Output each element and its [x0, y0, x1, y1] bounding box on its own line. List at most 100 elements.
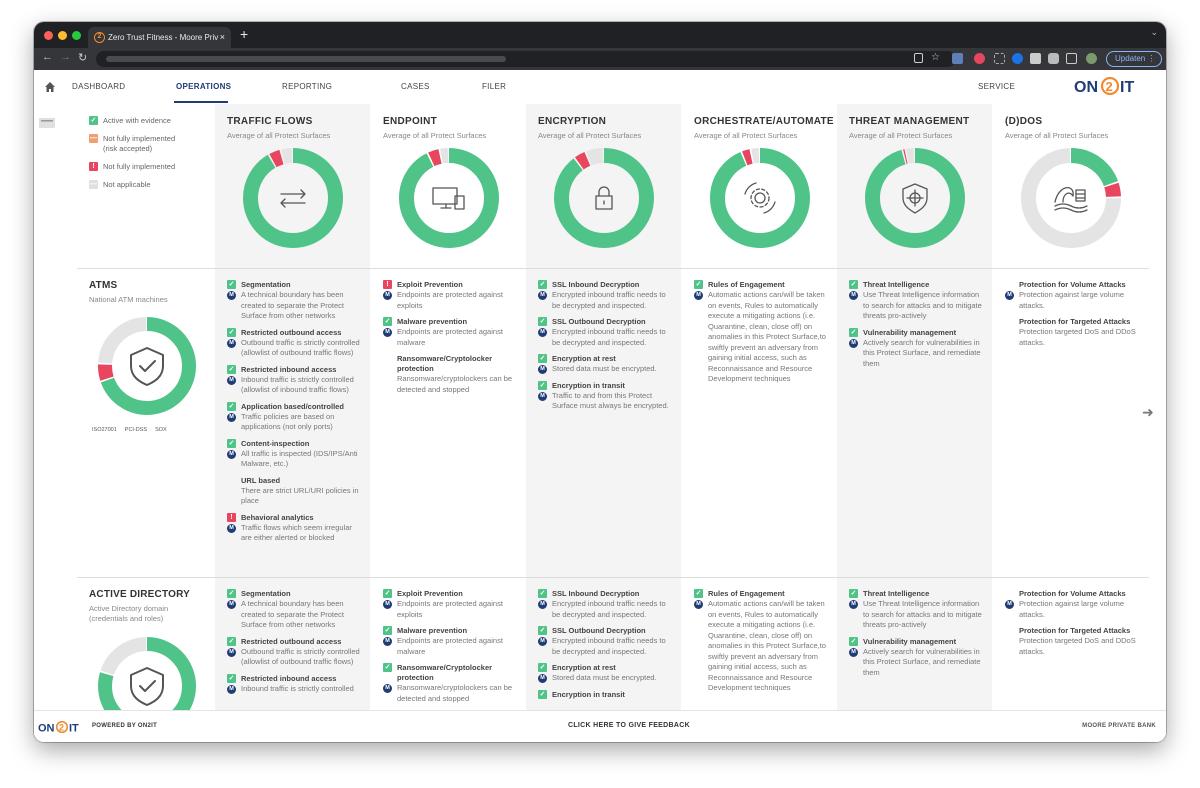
control-item[interactable]: Protection for Volume Attacks M Protection… [1005, 589, 1141, 620]
new-tab-icon[interactable]: + [240, 26, 248, 42]
control-item[interactable]: ✓ SSL Outbound Decryption M Encrypted inbou… [538, 626, 674, 657]
nav-dashboard[interactable]: DASHBOARD [72, 82, 125, 91]
control-item[interactable]: ✓ Ransomware/Cryptolocker protection M Rans… [383, 663, 519, 704]
control-item[interactable]: ✓ Vulnerability management M Actively searc… [849, 636, 985, 679]
compliance-badge[interactable]: SOX [155, 427, 167, 433]
control-title: Rules of Engagement [708, 589, 785, 598]
control-item[interactable]: ✓ SSL Outbound Decryption M Encrypted inbou… [538, 317, 674, 348]
protect-surface-name[interactable]: ATMS [89, 280, 117, 291]
share-icon[interactable] [914, 53, 923, 63]
feedback-link[interactable]: CLICK HERE TO GIVE FEEDBACK [568, 722, 690, 729]
legend-item: — Not applicable [89, 180, 175, 190]
protect-surface-donut[interactable] [98, 317, 196, 415]
control-item[interactable]: ✓ Rules of Engagement M Automatic actions c… [694, 589, 830, 694]
control-item[interactable]: ✓ Restricted inbound access M Inbound traff… [227, 364, 363, 396]
reload-icon[interactable]: ↻ [78, 51, 87, 64]
tab-close-icon[interactable]: × [220, 27, 225, 48]
on2it-logo[interactable]: ON 2 IT [1074, 77, 1150, 95]
control-item[interactable]: ✓ Threat Intelligence M Use Threat Intellig… [849, 280, 985, 322]
control-item[interactable]: ✓ Restricted outbound access M Outbound tra… [227, 327, 363, 359]
column-donut-chart[interactable] [710, 148, 810, 248]
nav-operations[interactable]: OPERATIONS [176, 82, 231, 91]
sidepanel-icon[interactable] [1066, 53, 1077, 64]
control-item[interactable]: ✓ Rules of Engagement M Automatic actions c… [694, 280, 830, 385]
control-description: Endpoints are protected against malware [397, 636, 503, 656]
control-item[interactable]: ✓ Encryption at rest M Stored data must be … [538, 354, 674, 375]
column-title[interactable]: (D)DOS [1005, 116, 1042, 127]
update-button[interactable]: Updaten ⋮ [1106, 51, 1162, 67]
browser-tab[interactable]: 2 Zero Trust Fitness - Moore Priv × [88, 27, 231, 48]
avatar[interactable] [1086, 53, 1097, 64]
protect-surface-donut[interactable] [98, 637, 196, 710]
control-item[interactable]: ! Behavioral analytics M Traffic flows whic… [227, 512, 363, 544]
control-item[interactable]: URL based There are strict URL/URI polici… [227, 476, 363, 507]
column-title[interactable]: ORCHESTRATE/AUTOMATE [694, 116, 834, 127]
extension-p-icon[interactable] [1030, 53, 1041, 64]
column-donut-chart[interactable] [1021, 148, 1121, 248]
nav-filer[interactable]: FILER [482, 82, 506, 91]
tab-search-icon[interactable]: ⌄ [1150, 27, 1158, 38]
back-icon[interactable]: ← [42, 51, 53, 63]
extension-badge-icon[interactable] [952, 53, 963, 64]
puzzle-icon[interactable] [1048, 53, 1059, 64]
legend-item: — Not fully implemented (risk accepted) [89, 134, 175, 154]
control-description: Traffic to and from this Protect Surface… [552, 390, 669, 411]
control-item[interactable]: Protection for Volume Attacks M Protection… [1005, 280, 1141, 311]
tab-title: Zero Trust Fitness - Moore Priv [108, 33, 219, 42]
control-item[interactable]: ✓ Vulnerability management M Actively searc… [849, 327, 985, 370]
control-item[interactable]: ✓ Segmentation M A technical boundary has b… [227, 589, 363, 631]
nav-reporting[interactable]: REPORTING [282, 82, 332, 91]
donut-segment-green [399, 148, 499, 248]
column-title[interactable]: ENDPOINT [383, 116, 437, 127]
star-icon[interactable]: ☆ [931, 53, 942, 64]
control-item[interactable]: ✓ Restricted inbound access M Inbound traff… [227, 673, 363, 695]
control-item[interactable]: ✓ Exploit Prevention M Endpoints are protec… [383, 589, 519, 620]
control-item[interactable]: ✓ Encryption in transit [538, 689, 674, 700]
svg-text:ON: ON [38, 723, 55, 734]
control-item[interactable]: ✓ Content-inspection M All traffic is inspe… [227, 438, 363, 470]
control-item[interactable]: ✓ Application based/controlled M Traffic po… [227, 401, 363, 433]
column-donut-chart[interactable] [399, 148, 499, 248]
column-title[interactable]: TRAFFIC FLOWS [227, 116, 313, 127]
control-item[interactable]: Protection for Targeted Attacks Protectio… [1005, 317, 1141, 348]
control-item[interactable]: ✓ Threat Intelligence M Use Threat Intellig… [849, 589, 985, 631]
control-item[interactable]: ✓ Malware prevention M Endpoints are protec… [383, 317, 519, 348]
nav-service[interactable]: SERVICE [978, 82, 1015, 91]
control-item[interactable]: ✓ Encryption at rest M Stored data must be … [538, 663, 674, 684]
control-item[interactable]: ✓ SSL Inbound Decryption M Encrypted inboun… [538, 589, 674, 620]
managed-badge-icon: M [227, 375, 236, 385]
column-donut-chart[interactable] [243, 148, 343, 248]
dash-icon: — [89, 134, 98, 143]
close-window-icon[interactable] [44, 31, 53, 40]
column-title[interactable]: ENCRYPTION [538, 116, 606, 127]
control-item[interactable]: ! Exploit Prevention M Endpoints are protec… [383, 280, 519, 311]
column-donut-chart[interactable] [554, 148, 654, 248]
forward-icon[interactable]: → [60, 51, 71, 63]
nav-cases[interactable]: CASES [401, 82, 430, 91]
extension-blue-icon[interactable] [1012, 53, 1023, 64]
column-title[interactable]: THREAT MANAGEMENT [849, 116, 969, 127]
column-donut-chart[interactable] [865, 148, 965, 248]
check-icon: ✓ [538, 689, 547, 699]
column-subtitle: Average of all Protect Surfaces [694, 131, 798, 140]
control-item[interactable]: ✓ SSL Inbound Decryption M Encrypted inboun… [538, 280, 674, 311]
footer: ON 2 IT POWERED BY ON2IT CLICK HERE TO G… [34, 710, 1166, 742]
home-icon[interactable] [44, 81, 56, 93]
extension-frame-icon[interactable] [994, 53, 1005, 64]
address-bar[interactable] [96, 51, 956, 67]
extension-red-icon[interactable] [974, 53, 985, 64]
next-arrow-icon[interactable]: ➜ [1142, 404, 1154, 421]
compliance-badge[interactable]: PCI-DSS [125, 427, 147, 433]
control-item[interactable]: Ransomware/Cryptolocker protection Ransom… [383, 354, 519, 395]
control-description: All traffic is inspected (IDS/IPS/Anti M… [241, 448, 358, 469]
control-item[interactable]: ✓ Encryption in transit M Traffic to and fr… [538, 380, 674, 412]
compliance-badge[interactable]: ISO27001 [92, 427, 117, 433]
minimize-window-icon[interactable] [58, 31, 67, 40]
maximize-window-icon[interactable] [72, 31, 81, 40]
control-item[interactable]: Protection for Targeted Attacks Protectio… [1005, 626, 1141, 657]
control-item[interactable]: ✓ Restricted outbound access M Outbound tra… [227, 636, 363, 668]
control-item[interactable]: ✓ Malware prevention M Endpoints are protec… [383, 626, 519, 657]
protect-surface-name[interactable]: ACTIVE DIRECTORY [89, 589, 190, 600]
panel-toggle-icon[interactable] [39, 118, 55, 128]
control-item[interactable]: ✓ Segmentation M A technical boundary has b… [227, 280, 363, 322]
